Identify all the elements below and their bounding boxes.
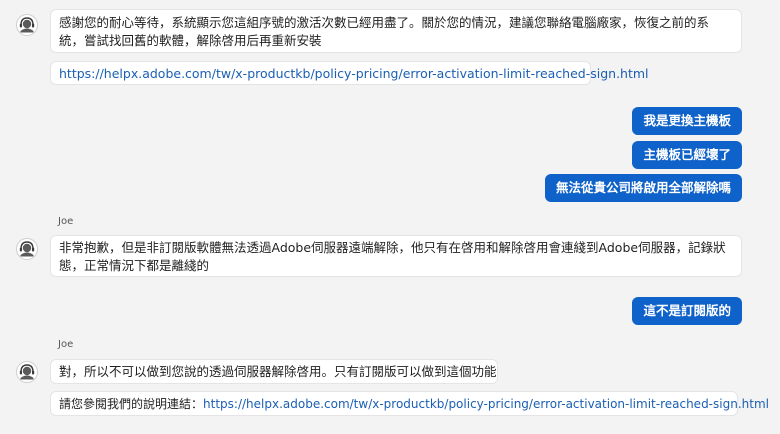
user-message: 主機板已經壞了 — [632, 141, 742, 169]
agent-name: Joe — [58, 216, 74, 227]
agent-message-text: 對，所以不可以做到您說的透過伺服器解除啓用。只有訂閱版可以做到這個功能 — [59, 364, 497, 379]
agent-message: 感謝您的耐心等待，系統顯示您這組序號的激活次數已經用盡了。關於您的情況，建議您聯… — [50, 9, 742, 53]
agent-message-text: 非常抱歉，但是非訂閱版軟體無法透過Adobe伺服器遠端解除，他只有在啓用和解除啓… — [59, 240, 726, 273]
headset-icon — [16, 238, 38, 260]
user-message-text: 主機板已經壞了 — [643, 147, 731, 162]
user-message-text: 我是更換主機板 — [643, 113, 731, 128]
help-link[interactable]: https://helpx.adobe.com/tw/x-productkb/p… — [203, 397, 769, 411]
headset-icon — [16, 361, 38, 383]
user-message: 這不是訂閱版的 — [632, 297, 742, 325]
agent-message: 請您參閱我們的說明連結：https://helpx.adobe.com/tw/x… — [50, 391, 769, 416]
agent-message: 對，所以不可以做到您說的透過伺服器解除啓用。只有訂閱版可以做到這個功能 — [50, 359, 498, 384]
user-message-text: 無法從貴公司將啟用全部解除嗎 — [555, 180, 731, 195]
headset-icon — [16, 14, 38, 36]
agent-message-prefix: 請您參閱我們的說明連結： — [59, 397, 204, 411]
user-message-text: 這不是訂閱版的 — [643, 303, 731, 318]
agent-avatar — [16, 238, 38, 260]
agent-message: 非常抱歉，但是非訂閱版軟體無法透過Adobe伺服器遠端解除，他只有在啓用和解除啓… — [50, 235, 742, 277]
agent-message-text: 感謝您的耐心等待，系統顯示您這組序號的激活次數已經用盡了。關於您的情況，建議您聯… — [59, 15, 710, 48]
agent-message: https://helpx.adobe.com/tw/x-productkb/p… — [50, 61, 649, 85]
agent-name: Joe — [58, 339, 74, 350]
agent-avatar — [16, 14, 38, 36]
user-message: 無法從貴公司將啟用全部解除嗎 — [544, 174, 742, 202]
help-link[interactable]: https://helpx.adobe.com/tw/x-productkb/p… — [59, 66, 649, 81]
agent-avatar — [16, 361, 38, 383]
user-message: 我是更換主機板 — [632, 107, 742, 135]
